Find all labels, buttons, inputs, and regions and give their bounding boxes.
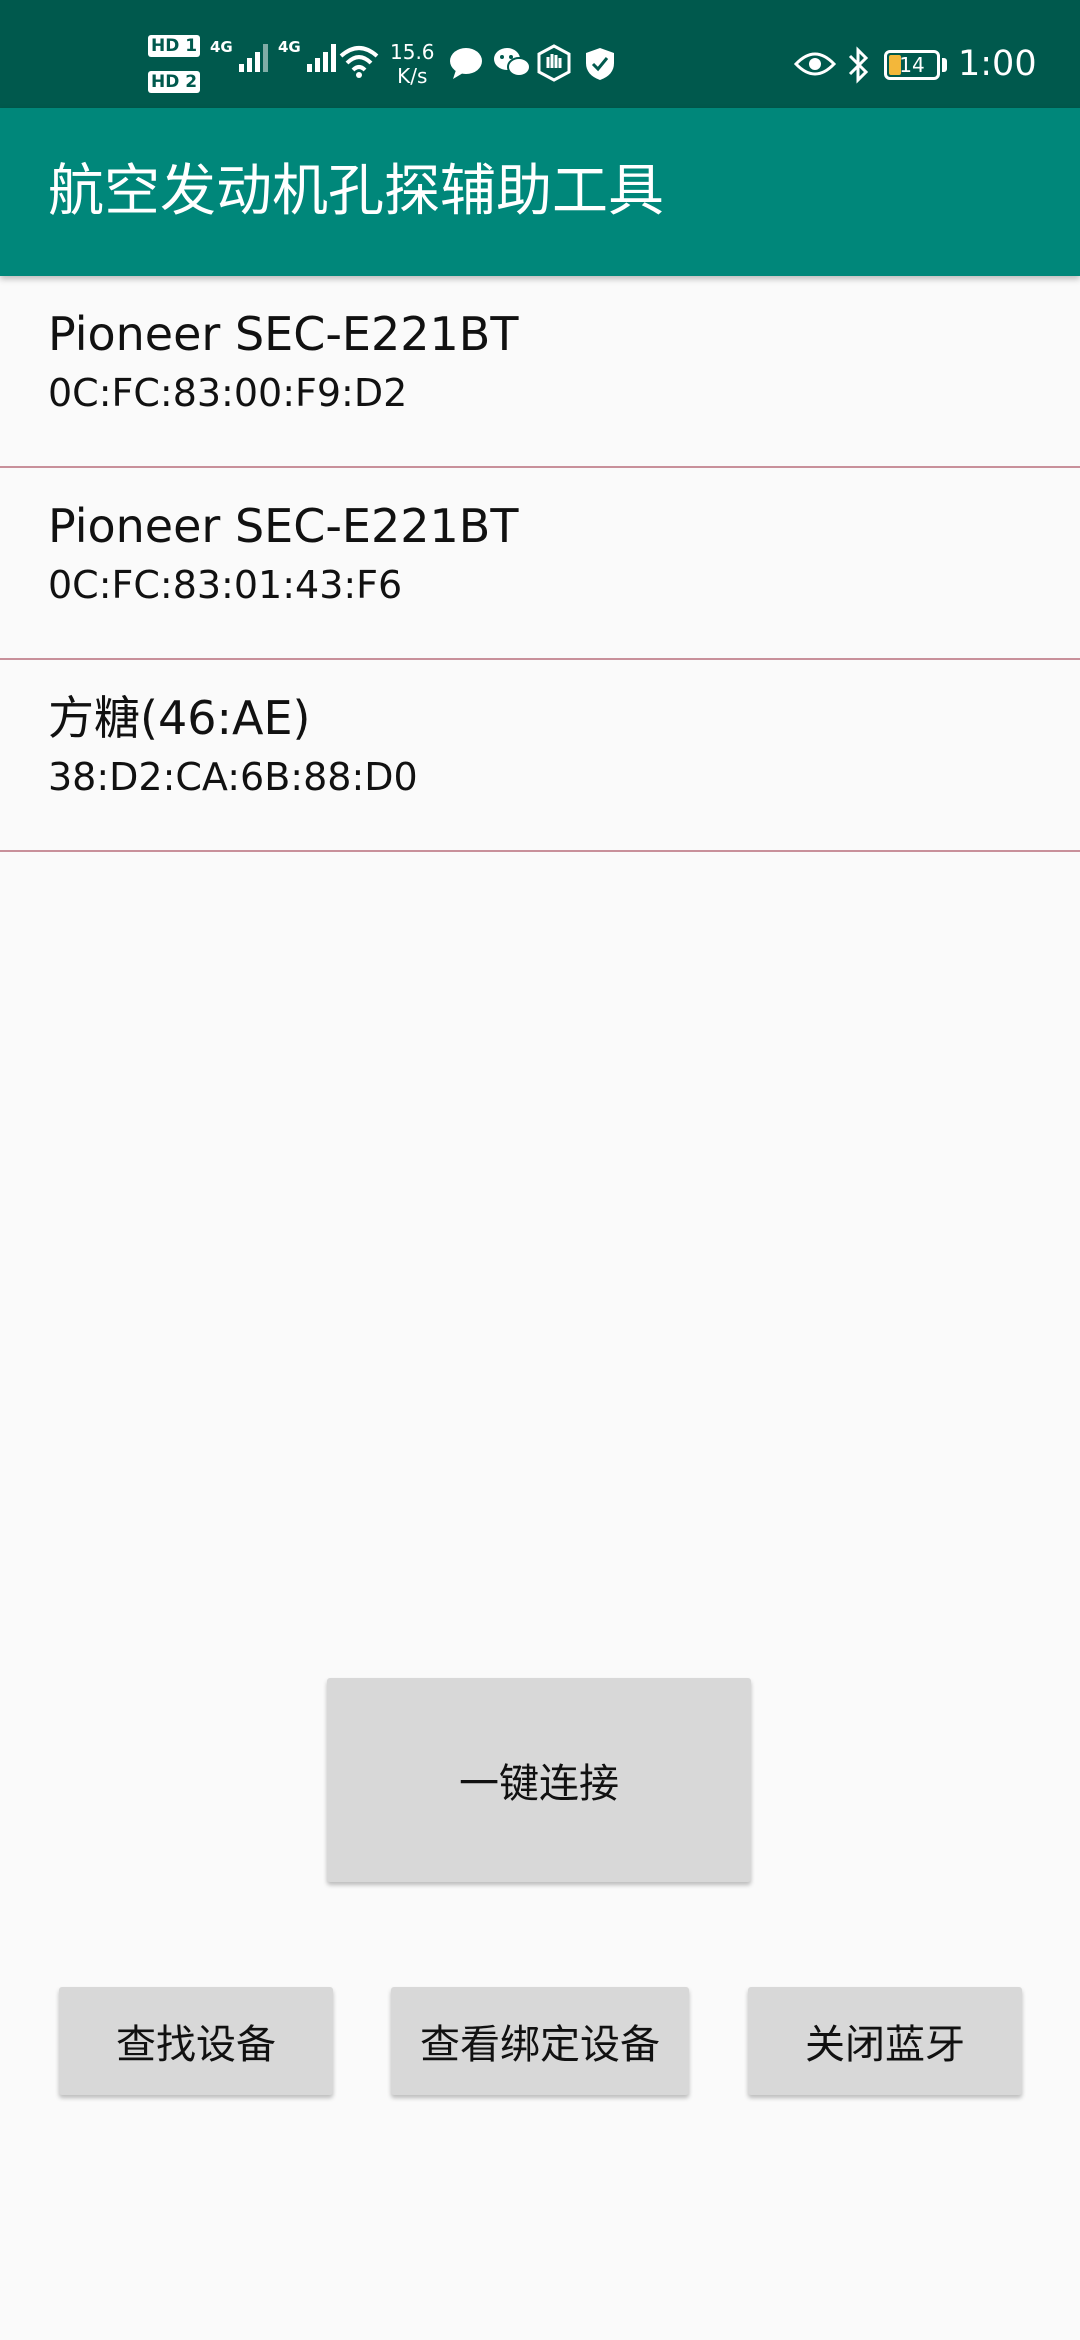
wifi-icon — [339, 46, 379, 78]
device-mac: 0C:FC:83:01:43:F6 — [48, 563, 403, 607]
one-key-connect-button[interactable]: 一键连接 — [327, 1678, 751, 1882]
bluetooth-icon — [848, 46, 869, 84]
hd2-icon: HD 2 — [148, 71, 204, 93]
eye-icon — [794, 52, 836, 76]
hd1-icon: HD 1 — [148, 35, 204, 57]
device-mac: 0C:FC:83:00:F9:D2 — [48, 371, 408, 415]
clock: 1:00 — [958, 44, 1037, 84]
battery-tip — [942, 58, 947, 72]
network-speed-value: 15.6 — [390, 40, 435, 64]
close-bluetooth-button[interactable]: 关闭蓝牙 — [748, 1987, 1022, 2095]
battery-level: 14 — [899, 53, 925, 77]
hand-icon — [537, 44, 571, 82]
device-list-item[interactable]: Pioneer SEC-E221BT 0C:FC:83:00:F9:D2 — [0, 276, 1080, 468]
network-type-1: 4G — [210, 38, 233, 56]
page-title: 航空发动机孔探辅助工具 — [48, 159, 664, 224]
wechat-icon — [494, 48, 531, 77]
hd1-label: HD 1 — [148, 35, 201, 57]
signal-icon-2: 4G — [278, 38, 336, 72]
app-bar: 航空发动机孔探辅助工具 — [0, 108, 1080, 276]
device-name: Pioneer SEC-E221BT — [48, 307, 519, 361]
hd2-label: HD 2 — [148, 71, 201, 93]
device-list-item[interactable]: 方糖(46:AE) 38:D2:CA:6B:88:D0 — [0, 660, 1080, 852]
device-list-item[interactable]: Pioneer SEC-E221BT 0C:FC:83:01:43:F6 — [0, 468, 1080, 660]
network-speed-unit: K/s — [397, 64, 428, 88]
signal-icon: 4G — [210, 38, 268, 72]
device-name: 方糖(46:AE) — [48, 691, 311, 745]
search-devices-button[interactable]: 查找设备 — [59, 1987, 333, 2095]
chat-bubble-icon — [450, 48, 482, 79]
device-name: Pioneer SEC-E221BT — [48, 499, 519, 553]
view-bonded-devices-button[interactable]: 查看绑定设备 — [391, 1987, 689, 2095]
battery-icon: 14 — [884, 50, 940, 80]
network-speed: 15.6 K/s — [390, 40, 435, 88]
network-type-2: 4G — [278, 38, 301, 56]
status-bar: HD 1 HD 2 4G 4G 15.6 K/s 14 1:00 — [0, 0, 1080, 108]
device-mac: 38:D2:CA:6B:88:D0 — [48, 755, 418, 799]
device-list: Pioneer SEC-E221BT 0C:FC:83:00:F9:D2 Pio… — [0, 276, 1080, 852]
shield-check-icon — [586, 48, 614, 80]
